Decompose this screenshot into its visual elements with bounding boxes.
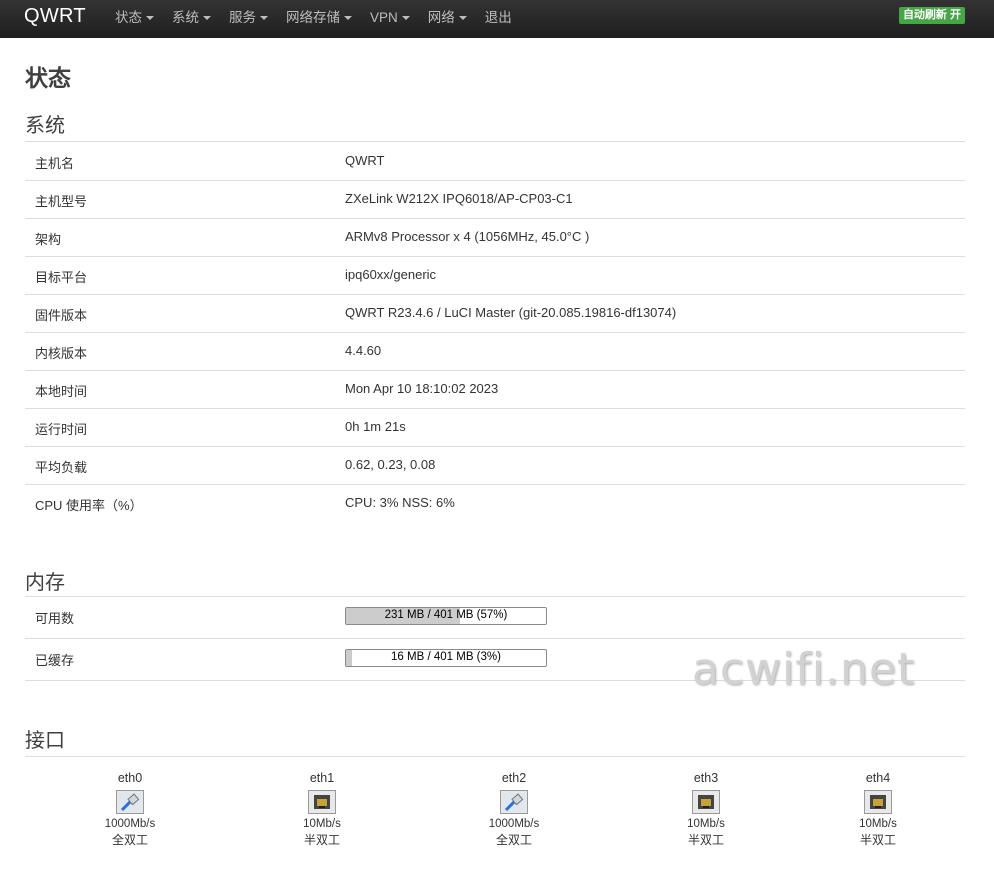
info-label: 主机型号 <box>35 194 88 209</box>
system-info-row: 主机名 QWRT <box>25 142 965 181</box>
port-name: eth0 <box>117 771 143 785</box>
port-name: eth3 <box>693 771 719 785</box>
info-value: Mon Apr 10 18:10:02 2023 <box>345 381 499 396</box>
menu-status[interactable]: 状态 <box>106 0 163 38</box>
port-duplex: 全双工 <box>111 833 148 847</box>
info-label: 本地时间 <box>35 384 88 399</box>
info-value: 4.4.60 <box>345 343 382 358</box>
divider <box>25 756 965 757</box>
interface-port-eth4: eth4 10Mb/s 半双工 <box>818 771 938 849</box>
interface-port-eth0: eth0 1000Mb/s 全双工 <box>70 771 190 849</box>
system-info-row: CPU 使用率（%） CPU: 3% NSS: 6% <box>25 484 965 522</box>
port-duplex: 半双工 <box>859 833 896 847</box>
memory-available-bar: 231 MB / 401 MB (57%) <box>345 607 547 625</box>
caret-down-icon <box>203 16 211 21</box>
watermark: acwifi.net <box>692 644 916 695</box>
port-name: eth2 <box>501 771 527 785</box>
info-value: QWRT R23.4.6 / LuCI Master (git-20.085.1… <box>345 305 677 320</box>
menu-logout[interactable]: 退出 <box>476 0 521 38</box>
info-value: QWRT <box>345 153 385 168</box>
info-value: 0h 1m 21s <box>345 419 406 434</box>
info-label: 主机名 <box>35 156 75 171</box>
caret-down-icon <box>260 16 268 21</box>
info-label: 平均负载 <box>35 460 88 475</box>
system-info-row: 本地时间 Mon Apr 10 18:10:02 2023 <box>25 370 965 409</box>
system-info-row: 运行时间 0h 1m 21s <box>25 408 965 447</box>
info-label: 运行时间 <box>35 422 88 437</box>
system-info-row: 主机型号 ZXeLink W212X IPQ6018/AP-CP03-C1 <box>25 180 965 219</box>
info-label: 架构 <box>35 232 62 247</box>
port-duplex: 全双工 <box>495 833 532 847</box>
ethernet-disconnected-icon <box>692 790 720 814</box>
menu-system[interactable]: 系统 <box>163 0 220 38</box>
memory-available-value: 231 MB / 401 MB (57%) <box>384 609 508 621</box>
menu-nas[interactable]: 网络存储 <box>277 0 361 38</box>
caret-down-icon <box>344 16 352 21</box>
info-label: 目标平台 <box>35 270 88 285</box>
system-info-row: 固件版本 QWRT R23.4.6 / LuCI Master (git-20.0… <box>25 294 965 333</box>
top-navbar: QWRT 状态 系统 服务 网络存储 VPN 网络 退出 自动刷新 开 <box>0 0 994 38</box>
brand-logo[interactable]: QWRT <box>24 5 86 28</box>
system-info-row: 平均负载 0.62, 0.23, 0.08 <box>25 446 965 485</box>
interfaces-heading: 接口 <box>25 730 65 752</box>
info-label: 固件版本 <box>35 308 88 323</box>
info-value: 0.62, 0.23, 0.08 <box>345 457 436 472</box>
ethernet-disconnected-icon <box>308 790 336 814</box>
system-info-row: 架构 ARMv8 Processor x 4 (1056MHz, 45.0°C ) <box>25 218 965 257</box>
page-title: 状态 <box>25 65 71 91</box>
memory-heading: 内存 <box>25 572 65 594</box>
memory-cached-value: 16 MB / 401 MB (3%) <box>391 651 501 663</box>
menu-services[interactable]: 服务 <box>220 0 277 38</box>
menu-network[interactable]: 网络 <box>419 0 476 38</box>
main-menu: 状态 系统 服务 网络存储 VPN 网络 退出 <box>106 0 521 38</box>
system-info-row: 内核版本 4.4.60 <box>25 332 965 371</box>
system-heading: 系统 <box>25 115 65 137</box>
ethernet-connected-icon <box>116 790 144 814</box>
menu-vpn[interactable]: VPN <box>361 0 419 38</box>
interface-port-eth3: eth3 10Mb/s 半双工 <box>646 771 766 849</box>
port-speed: 10Mb/s <box>859 818 897 830</box>
interface-port-eth2: eth2 1000Mb/s 全双工 <box>454 771 574 849</box>
info-value: ARMv8 Processor x 4 (1056MHz, 45.0°C ) <box>345 229 590 244</box>
memory-cached-label: 已缓存 <box>35 653 75 668</box>
memory-available-label: 可用数 <box>35 611 75 626</box>
caret-down-icon <box>146 16 154 21</box>
info-label: CPU 使用率（%） <box>35 498 143 513</box>
info-value: ipq60xx/generic <box>345 267 437 282</box>
port-speed: 1000Mb/s <box>488 818 540 830</box>
memory-cached-bar: 16 MB / 401 MB (3%) <box>345 649 547 667</box>
port-speed: 10Mb/s <box>687 818 725 830</box>
system-info-row: 目标平台 ipq60xx/generic <box>25 256 965 295</box>
port-name: eth1 <box>309 771 335 785</box>
port-name: eth4 <box>865 771 891 785</box>
info-value: CPU: 3% NSS: 6% <box>345 495 455 510</box>
ethernet-disconnected-icon <box>864 790 892 814</box>
interface-port-eth1: eth1 10Mb/s 半双工 <box>262 771 382 849</box>
port-duplex: 半双工 <box>303 833 340 847</box>
auto-refresh-toggle[interactable]: 自动刷新 开 <box>898 7 965 24</box>
port-speed: 1000Mb/s <box>104 818 156 830</box>
memory-available-row: 可用数 231 MB / 401 MB (57%) <box>25 597 965 639</box>
port-duplex: 半双工 <box>687 833 724 847</box>
caret-down-icon <box>401 16 410 21</box>
ethernet-connected-icon <box>500 790 528 814</box>
port-speed: 10Mb/s <box>303 818 341 830</box>
info-value: ZXeLink W212X IPQ6018/AP-CP03-C1 <box>345 191 573 206</box>
info-label: 内核版本 <box>35 346 88 361</box>
caret-down-icon <box>458 16 467 21</box>
